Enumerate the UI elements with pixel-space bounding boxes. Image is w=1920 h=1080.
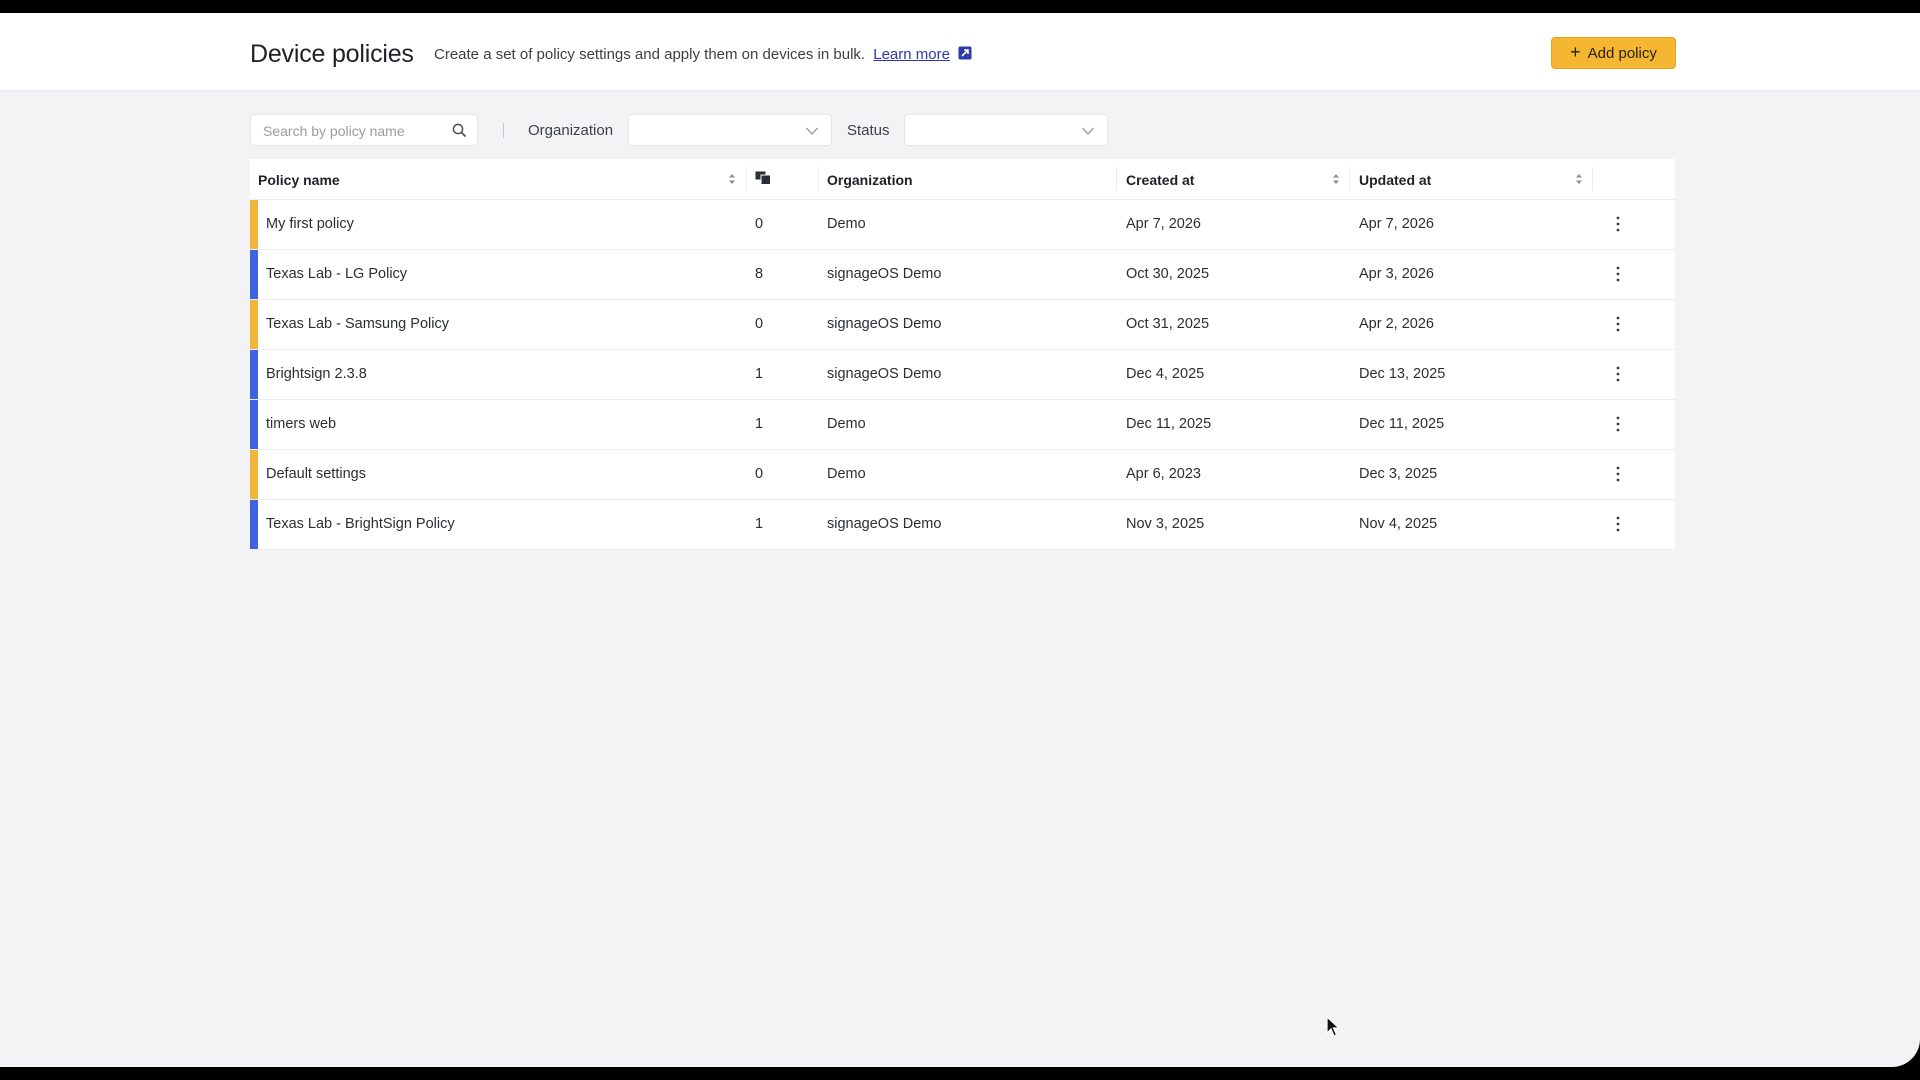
- more-options-icon[interactable]: [1611, 413, 1625, 435]
- more-options-icon[interactable]: [1611, 263, 1625, 285]
- column-divider: [1592, 167, 1593, 191]
- policy-name-cell[interactable]: timers web: [266, 416, 336, 432]
- device-count-cell: 0: [755, 466, 764, 482]
- organization-cell: signageOS Demo: [827, 366, 942, 382]
- status-color-bar: [250, 450, 258, 499]
- policies-table: Policy name Organization Created at Upda…: [250, 159, 1675, 550]
- column-header-organization: Organization: [827, 172, 913, 188]
- created-at-cell: Dec 11, 2025: [1126, 416, 1212, 432]
- learn-more-link[interactable]: Learn more: [873, 46, 950, 63]
- device-count-cell: 0: [755, 316, 764, 332]
- updated-at-cell: Apr 7, 2026: [1359, 216, 1434, 232]
- updated-at-cell: Nov 4, 2025: [1359, 516, 1438, 532]
- table-header: Policy name Organization Created at Upda…: [250, 159, 1675, 200]
- status-color-bar: [250, 250, 258, 299]
- more-options-icon[interactable]: [1611, 463, 1625, 485]
- chevron-down-icon: [806, 127, 818, 135]
- table-row[interactable]: Default settings 0 Demo Apr 6, 2023 Dec 3, 2…: [250, 450, 1675, 500]
- table-row[interactable]: timers web 1 Demo Dec 11, 2025 Dec 11, 2025: [250, 400, 1675, 450]
- devices-icon: [755, 171, 771, 185]
- search-box: [250, 114, 478, 146]
- table-row[interactable]: Texas Lab - Samsung Policy 0 signageOS Dem…: [250, 300, 1675, 350]
- page-title: Device policies: [250, 40, 414, 68]
- table-row[interactable]: Brightsign 2.3.8 1 signageOS Demo Dec 4, 20…: [250, 350, 1675, 400]
- column-header-policy-name[interactable]: Policy name: [258, 172, 340, 188]
- policy-name-cell[interactable]: My first policy: [266, 216, 354, 232]
- status-color-bar: [250, 500, 258, 549]
- column-divider: [818, 167, 819, 191]
- column-header-created-at[interactable]: Created at: [1126, 172, 1194, 188]
- device-count-cell: 1: [755, 516, 764, 532]
- column-divider: [746, 167, 747, 191]
- status-select[interactable]: [904, 114, 1108, 146]
- organization-cell: signageOS Demo: [827, 316, 942, 332]
- table-row[interactable]: Texas Lab - LG Policy 8 signageOS Demo Oct …: [250, 250, 1675, 300]
- more-options-icon[interactable]: [1611, 513, 1625, 535]
- sort-icon[interactable]: [1331, 172, 1341, 186]
- table-body: My first policy 0 Demo Apr 7, 2026 Apr 7, 20…: [250, 200, 1675, 550]
- created-at-cell: Apr 6, 2023: [1126, 466, 1201, 482]
- more-options-icon[interactable]: [1611, 213, 1625, 235]
- updated-at-cell: Apr 3, 2026: [1359, 266, 1434, 282]
- device-count-cell: 1: [755, 416, 764, 432]
- created-at-cell: Apr 7, 2026: [1126, 216, 1201, 232]
- table-row[interactable]: My first policy 0 Demo Apr 7, 2026 Apr 7, 20…: [250, 200, 1675, 250]
- search-input[interactable]: [261, 121, 445, 141]
- sort-icon[interactable]: [1574, 172, 1584, 186]
- column-divider: [1116, 167, 1117, 191]
- created-at-cell: Dec 4, 2025: [1126, 366, 1205, 382]
- updated-at-cell: Dec 11, 2025: [1359, 416, 1445, 432]
- more-options-icon[interactable]: [1611, 363, 1625, 385]
- table-row[interactable]: Texas Lab - BrightSign Policy 1 signageOS …: [250, 500, 1675, 550]
- search-icon[interactable]: [452, 123, 467, 138]
- created-at-cell: Oct 31, 2025: [1126, 316, 1210, 332]
- policy-name-cell[interactable]: Brightsign 2.3.8: [266, 366, 367, 382]
- status-color-bar: [250, 350, 258, 399]
- created-at-cell: Oct 30, 2025: [1126, 266, 1210, 282]
- policy-name-cell[interactable]: Default settings: [266, 466, 366, 482]
- organization-cell: signageOS Demo: [827, 266, 942, 282]
- plus-icon: +: [1570, 42, 1581, 62]
- device-count-cell: 0: [755, 216, 764, 232]
- column-divider: [1349, 167, 1350, 191]
- sort-icon[interactable]: [727, 172, 737, 186]
- updated-at-cell: Dec 13, 2025: [1359, 366, 1446, 382]
- subtitle-text: Create a set of policy settings and appl…: [434, 46, 866, 63]
- filter-divider: [503, 123, 504, 138]
- organization-cell: Demo: [827, 216, 866, 232]
- created-at-cell: Nov 3, 2025: [1126, 516, 1205, 532]
- policy-name-cell[interactable]: Texas Lab - Samsung Policy: [266, 316, 449, 332]
- status-color-bar: [250, 200, 258, 249]
- column-header-updated-at[interactable]: Updated at: [1359, 172, 1431, 188]
- updated-at-cell: Apr 2, 2026: [1359, 316, 1434, 332]
- organization-cell: signageOS Demo: [827, 516, 942, 532]
- organization-select[interactable]: [628, 114, 832, 146]
- policy-name-cell[interactable]: Texas Lab - BrightSign Policy: [266, 516, 455, 532]
- status-color-bar: [250, 400, 258, 449]
- updated-at-cell: Dec 3, 2025: [1359, 466, 1438, 482]
- page-header: Device policies Create a set of policy s…: [0, 13, 1920, 91]
- more-options-icon[interactable]: [1611, 313, 1625, 335]
- status-color-bar: [250, 300, 258, 349]
- external-link-icon[interactable]: [958, 46, 972, 60]
- device-count-cell: 8: [755, 266, 764, 282]
- add-policy-label: Add policy: [1587, 44, 1657, 62]
- chevron-down-icon: [1082, 127, 1094, 135]
- page-subtitle: Create a set of policy settings and appl…: [434, 46, 972, 63]
- policy-name-cell[interactable]: Texas Lab - LG Policy: [266, 266, 407, 282]
- organization-cell: Demo: [827, 466, 866, 482]
- mouse-cursor-icon: [1326, 1016, 1340, 1037]
- add-policy-button[interactable]: + Add policy: [1551, 37, 1676, 69]
- device-count-cell: 1: [755, 366, 764, 382]
- app-frame: Device policies Create a set of policy s…: [0, 13, 1920, 1067]
- organization-filter-label: Organization: [528, 122, 614, 139]
- organization-cell: Demo: [827, 416, 866, 432]
- status-filter-label: Status: [847, 122, 890, 139]
